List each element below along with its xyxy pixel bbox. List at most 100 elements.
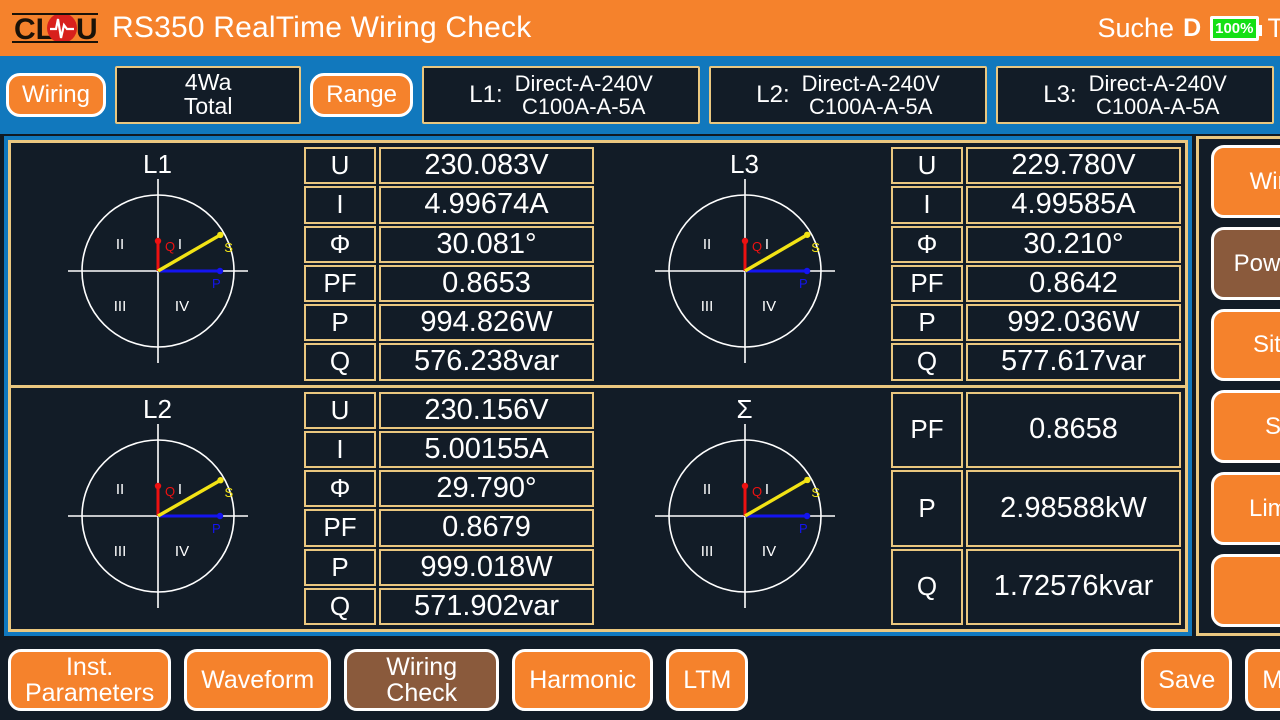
- svg-text:S: S: [811, 240, 820, 255]
- bottom-right-buttons: Save Ma: [1141, 649, 1280, 711]
- svg-text:P: P: [799, 521, 808, 536]
- measure-label: Φ: [891, 225, 963, 263]
- sidebar-item-simulation[interactable]: Simulation: [1211, 390, 1280, 464]
- svg-text:P: P: [212, 276, 221, 291]
- button-label-line2: Parameters: [25, 679, 155, 707]
- app-header: CL U RS350 RealTime Wiring Check Suche D…: [0, 0, 1280, 56]
- svg-text:II: II: [702, 481, 710, 498]
- table-row: Q 576.238var: [304, 342, 594, 381]
- measure-value: 992.036W: [966, 304, 1181, 342]
- phase-cell-l2: L2 II I III IV Q P S U 230.156V I 5.00155A Φ…: [11, 388, 598, 630]
- table-row: PF 0.8653: [304, 264, 594, 303]
- measure-table-l3: U 229.780V I 4.99585A Φ 30.210° PF 0.8642 P 992.0…: [891, 143, 1185, 385]
- battery-percent: 100%: [1215, 19, 1254, 37]
- measure-value: 999.018W: [379, 548, 594, 586]
- measure-value: 2.98588kW: [966, 470, 1181, 547]
- measure-label: U: [304, 147, 376, 185]
- measure-label: P: [891, 304, 963, 342]
- measure-value: 4.99585A: [966, 186, 1181, 224]
- measure-label: PF: [891, 264, 963, 302]
- table-row: PF 0.8679: [304, 508, 594, 547]
- bottom-button-save[interactable]: Save: [1141, 649, 1233, 711]
- search-label[interactable]: Suche: [1098, 13, 1175, 44]
- table-row: Q 1.72576kvar: [891, 548, 1181, 627]
- sidebar-item-label: Simulation: [1264, 413, 1280, 441]
- range-l3-line2: C100A-A-5A: [1095, 94, 1220, 119]
- measure-label: Q: [304, 343, 376, 381]
- svg-text:II: II: [115, 481, 123, 498]
- range-display-l1[interactable]: L1: Direct-A-240V C100A-A-5A: [422, 66, 701, 124]
- table-row: P 999.018W: [304, 548, 594, 587]
- measure-label: I: [891, 186, 963, 224]
- table-row: U 229.780V: [891, 146, 1181, 185]
- wiring-total-line2: Total: [183, 93, 233, 119]
- svg-text:Q: Q: [752, 484, 762, 499]
- range-label-l3: L3:: [1043, 81, 1077, 108]
- measure-value: 571.902var: [379, 587, 594, 625]
- sidebar-item-label: Site Analysis: [1252, 331, 1280, 359]
- sidebar-item-label: Power Quadrant: [1233, 249, 1280, 277]
- table-row: Φ 30.081°: [304, 225, 594, 264]
- measure-value: 230.156V: [379, 391, 594, 429]
- table-row: P 2.98588kW: [891, 469, 1181, 548]
- button-label-line1: LTM: [683, 665, 732, 694]
- sidebar-item-wiring-check[interactable]: Wiring Check: [1211, 145, 1280, 218]
- svg-text:III: III: [113, 298, 126, 315]
- table-row: I 5.00155A: [304, 430, 594, 469]
- bottom-button-ltm[interactable]: LTM: [666, 649, 749, 711]
- svg-text:II: II: [115, 236, 123, 253]
- measure-label: U: [304, 391, 376, 429]
- button-label-line1: Harmonic: [529, 665, 637, 694]
- measure-value: 30.210°: [966, 225, 1181, 263]
- measure-value: 229.780V: [966, 147, 1181, 185]
- sidebar-item-limit-settings[interactable]: Limit Settings: [1211, 472, 1280, 546]
- range-l2-line2: C100A-A-5A: [808, 94, 933, 119]
- range-label-l1: L1:: [469, 81, 503, 108]
- range-mode-button[interactable]: Range: [310, 73, 414, 117]
- range-l1-line2: C100A-A-5A: [521, 94, 646, 119]
- measure-value: 0.8658: [966, 391, 1181, 468]
- svg-text:S: S: [224, 485, 233, 500]
- bottom-left-buttons: Inst. Parameters Waveform Wiring Check Harmon…: [0, 649, 749, 711]
- bottom-button-ma[interactable]: Ma: [1245, 649, 1280, 711]
- button-label-line2: Check: [386, 679, 458, 707]
- phasor-diagram-sigma: Σ II I III IV Q P S: [598, 388, 891, 630]
- svg-text:III: III: [113, 543, 126, 560]
- svg-text:III: III: [700, 298, 713, 315]
- phase-cell-l3: L3 II I III IV Q P S U 229.780V I 4.99585A Φ…: [598, 143, 1185, 388]
- table-row: U 230.156V: [304, 391, 594, 430]
- range-display-l2[interactable]: L2: Direct-A-240V C100A-A-5A: [709, 66, 988, 124]
- svg-text:Q: Q: [752, 239, 762, 254]
- range-label-l2: L2:: [756, 81, 790, 108]
- svg-text:Q: Q: [165, 484, 175, 499]
- svg-text:III: III: [700, 543, 713, 560]
- table-row: P 992.036W: [891, 303, 1181, 342]
- range-l2-line1: Direct-A-240V: [801, 70, 940, 96]
- wiring-total-display: 4Wa Total: [115, 66, 302, 124]
- button-label-line1: Wiring: [386, 652, 458, 681]
- time-indicator: T: [1267, 12, 1280, 43]
- wiring-mode-button[interactable]: Wiring: [6, 73, 107, 117]
- bottom-button-inst-parameters[interactable]: Inst. Parameters: [8, 649, 172, 711]
- measurement-panel: L1 II I III IV Q P S U 230.083V I 4.99674A Φ…: [4, 136, 1192, 636]
- button-label-line1: Ma: [1262, 665, 1280, 694]
- measure-label: U: [891, 147, 963, 185]
- toolbar: Wiring 4Wa Total Range L1: Direct-A-240V…: [0, 56, 1280, 134]
- sidebar-item-site-analysis[interactable]: Site Analysis: [1211, 308, 1280, 382]
- button-label-line1: Waveform: [201, 665, 315, 694]
- svg-text:S: S: [811, 484, 820, 499]
- sidebar-item-label: Wiring Check: [1249, 167, 1280, 195]
- measure-table-sigma: PF 0.8658 P 2.98588kW Q 1.72576kvar: [891, 388, 1185, 630]
- sidebar-item-i[interactable]: I -: [1211, 554, 1280, 627]
- sidebar-item-power-quadrant[interactable]: Power Quadrant: [1211, 226, 1280, 300]
- sidebar-item-label: Limit Settings: [1248, 495, 1280, 523]
- bottom-button-waveform[interactable]: Waveform: [184, 649, 332, 711]
- table-row: PF 0.8642: [891, 264, 1181, 303]
- range-display-l3[interactable]: L3: Direct-A-240V C100A-A-5A: [996, 66, 1275, 124]
- bottom-button-wiring-check[interactable]: Wiring Check: [344, 649, 500, 711]
- measure-label: I: [304, 430, 376, 468]
- measure-value: 0.8679: [379, 509, 594, 547]
- svg-text:II: II: [702, 236, 710, 253]
- svg-text:I: I: [764, 236, 768, 253]
- bottom-button-harmonic[interactable]: Harmonic: [512, 649, 654, 711]
